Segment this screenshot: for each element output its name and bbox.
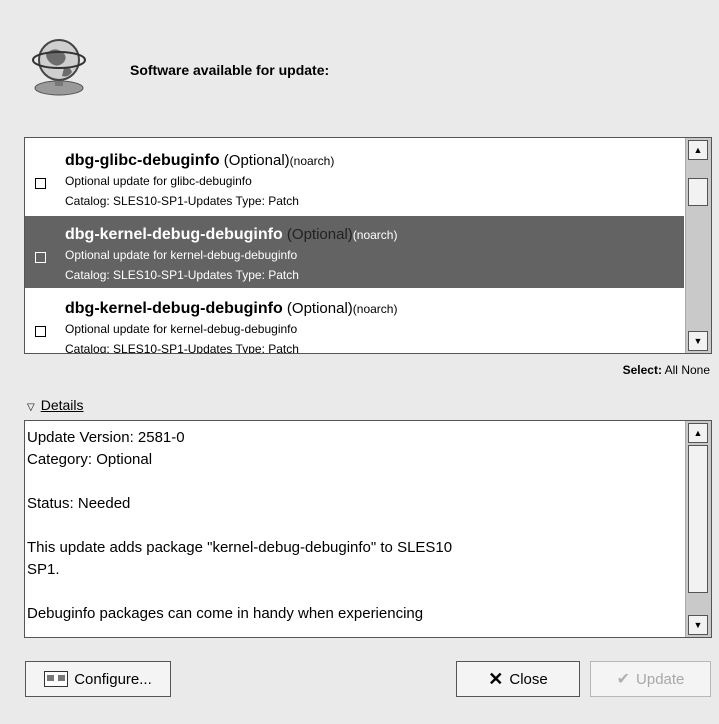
select-label: Select:: [622, 363, 662, 377]
update-category: (Optional): [282, 300, 353, 317]
page-title: Software available for update:: [130, 62, 330, 78]
update-arch: (noarch): [289, 154, 335, 168]
update-arch: (noarch): [352, 302, 398, 316]
scroll-down-button[interactable]: ▼: [688, 331, 708, 351]
details-line: Debuginfo packages can come in handy whe…: [27, 605, 424, 622]
expander-triangle-icon: ▽: [27, 402, 35, 413]
details-line: Status: Needed: [27, 495, 131, 512]
details-textview[interactable]: Update Version: 2581-0 Category: Optional…: [24, 420, 712, 638]
scroll-up-button[interactable]: ▲: [688, 140, 708, 160]
close-button[interactable]: ✕ Close: [456, 661, 580, 697]
select-all-link[interactable]: All: [665, 363, 678, 377]
update-list[interactable]: dbg-glibc-debuginfo (Optional)(noarch) Op…: [24, 137, 712, 354]
update-category: (Optional): [282, 226, 353, 243]
close-icon: ✕: [488, 668, 504, 689]
details-line: Category: Optional: [27, 451, 153, 468]
update-description: Optional update for kernel-debug-debugin…: [65, 322, 298, 336]
details-line: SP1.: [27, 561, 60, 578]
close-label: Close: [509, 670, 548, 688]
select-none-link[interactable]: None: [681, 363, 710, 377]
update-description: Optional update for kernel-debug-debugin…: [65, 248, 298, 262]
configure-label: Configure...: [74, 670, 152, 688]
details-scrollbar-thumb[interactable]: [688, 445, 708, 593]
select-row: Select: All None: [623, 363, 710, 377]
update-list-scrollbar[interactable]: ▲ ▼: [685, 138, 711, 353]
scrollbar-thumb[interactable]: [688, 178, 708, 206]
details-text: Update Version: 2581-0 Category: Optional…: [27, 427, 681, 625]
update-arch: (noarch): [352, 228, 398, 242]
update-button[interactable]: ✔ Update: [590, 661, 711, 697]
update-list-item[interactable]: dbg-glibc-debuginfo (Optional)(noarch) Op…: [25, 142, 684, 214]
update-checkbox[interactable]: [35, 252, 46, 263]
globe-icon: [26, 34, 92, 100]
update-catalog: Catalog: SLES10-SP1-Updates Type: Patch: [65, 342, 299, 353]
details-line: This update adds package "kernel-debug-d…: [27, 539, 453, 556]
update-name-line: dbg-kernel-debug-debuginfo (Optional)(no…: [65, 300, 397, 318]
update-name: dbg-kernel-debug-debuginfo: [65, 226, 283, 243]
details-scroll-up-button[interactable]: ▲: [688, 423, 708, 443]
update-list-items: dbg-glibc-debuginfo (Optional)(noarch) Op…: [25, 138, 684, 353]
update-list-item[interactable]: dbg-kernel-debug-debuginfo (Optional)(no…: [25, 216, 684, 288]
update-description: Optional update for glibc-debuginfo: [65, 174, 252, 188]
update-list-item[interactable]: dbg-kernel-debug-debuginfo (Optional)(no…: [25, 290, 684, 353]
details-expander[interactable]: ▽ Details: [27, 397, 84, 413]
update-catalog: Catalog: SLES10-SP1-Updates Type: Patch: [65, 194, 299, 208]
update-checkbox[interactable]: [35, 178, 46, 189]
details-scrollbar[interactable]: ▲ ▼: [685, 421, 711, 637]
update-name-line: dbg-kernel-debug-debuginfo (Optional)(no…: [65, 226, 397, 244]
update-catalog: Catalog: SLES10-SP1-Updates Type: Patch: [65, 268, 299, 282]
configure-icon: [44, 671, 69, 687]
update-checkbox[interactable]: [35, 326, 46, 337]
details-line: [27, 515, 681, 537]
details-line: Update Version: 2581-0: [27, 429, 185, 446]
update-label: Update: [636, 670, 685, 688]
details-scroll-down-button[interactable]: ▼: [688, 615, 708, 635]
check-icon: ✔: [616, 671, 631, 688]
configure-button[interactable]: Configure...: [25, 661, 171, 697]
details-line: [27, 581, 681, 603]
details-line: [27, 471, 681, 493]
update-category: (Optional): [219, 152, 290, 169]
update-name-line: dbg-glibc-debuginfo (Optional)(noarch): [65, 152, 334, 170]
update-name: dbg-kernel-debug-debuginfo: [65, 300, 283, 317]
details-label: Details: [40, 397, 84, 413]
update-name: dbg-glibc-debuginfo: [65, 152, 220, 169]
